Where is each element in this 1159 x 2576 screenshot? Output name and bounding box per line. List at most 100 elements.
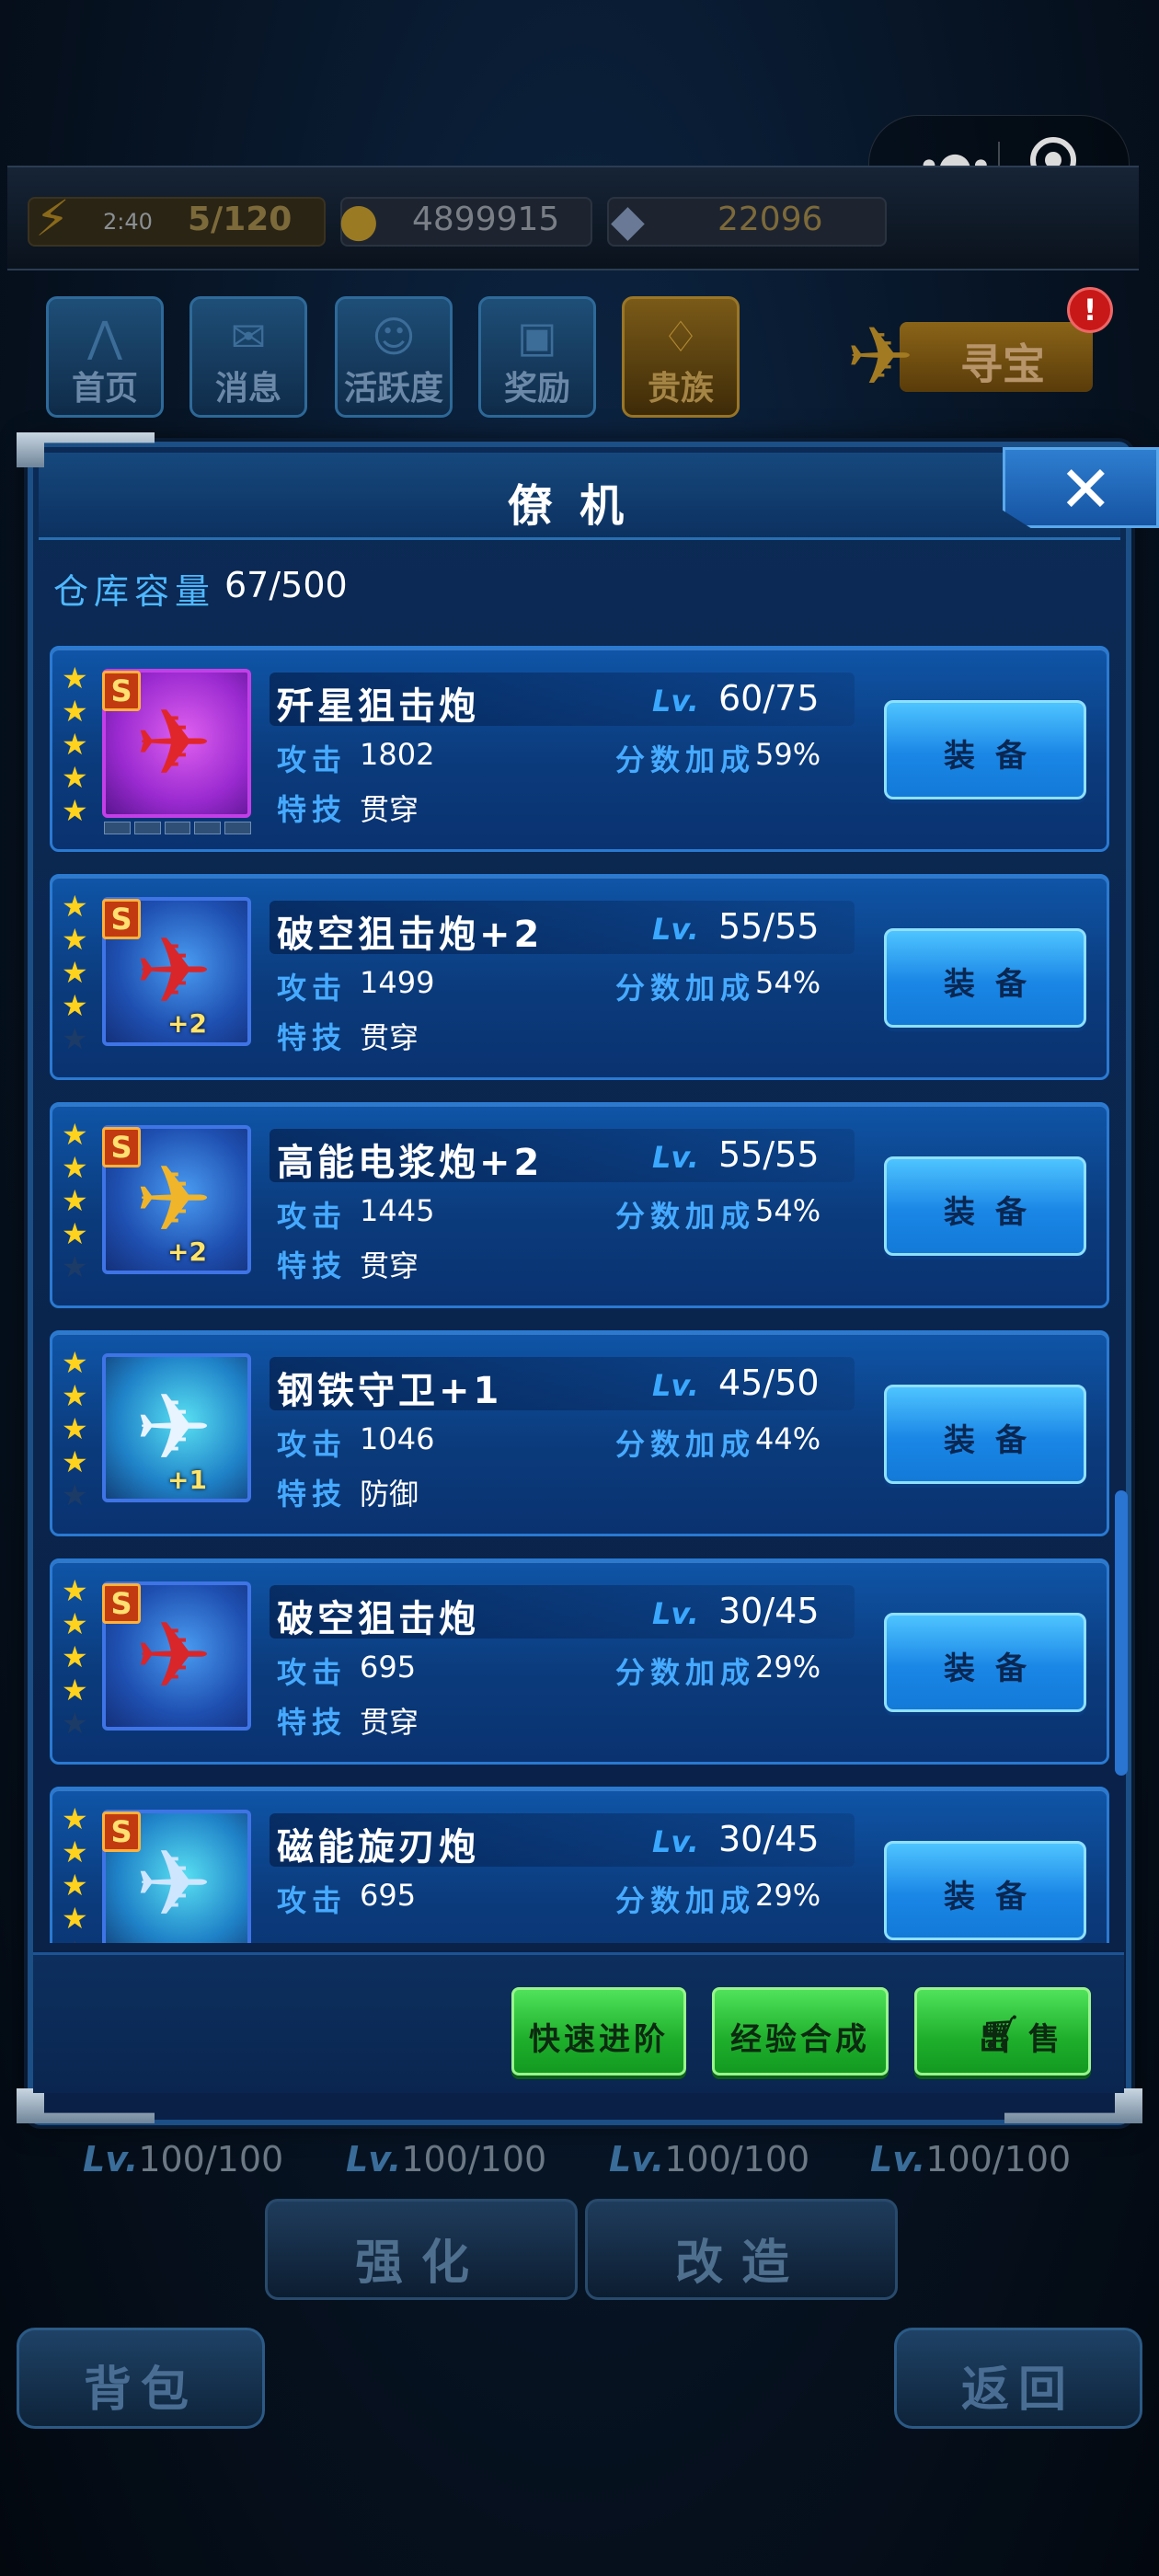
star-icon: ★ (62, 727, 88, 762)
score-bonus-value: 59% (755, 737, 821, 772)
close-icon: ✕ (1059, 452, 1113, 527)
sell-button[interactable]: 🛒︎ 出 售 (914, 1987, 1091, 2076)
rank-s-badge: S (102, 1811, 141, 1852)
mail-icon: ✉ (230, 312, 267, 362)
wingman-card[interactable]: ★★★★★ ✈ S 磁能旋刃炮 Lv. 30/45 攻击 695 分数加成 29… (50, 1787, 1109, 1943)
modify-button[interactable]: 改造 (585, 2199, 898, 2300)
equip-button[interactable]: 装备 (884, 1841, 1086, 1940)
wingman-thumbnail[interactable]: ✈ S (102, 1581, 251, 1731)
star-icon: ★ (62, 1216, 88, 1251)
skill-label: 特技 (277, 1020, 348, 1055)
wingman-card[interactable]: ★ ★ ★ ★ ★ ✈ S 破空狙击炮 Lv. 30/45 攻击 695 分数加成 29… (50, 1558, 1109, 1765)
equip-button[interactable]: 装备 (884, 1613, 1086, 1712)
list-scrollbar[interactable] (1115, 1490, 1128, 1776)
equip-label: 装备 (944, 1879, 1047, 1915)
wingman-thumbnail[interactable]: ✈ S +2 (102, 897, 251, 1046)
wingman-thumbnail[interactable]: ✈ +1 (102, 1353, 251, 1502)
exp-merge-button[interactable]: 经验合成 (712, 1987, 889, 2076)
skill-label: 特技 (277, 792, 348, 827)
star-icon-empty: ★ (62, 1021, 88, 1056)
wingman-list[interactable]: ★ ★ ★ ★ ★ ✈ S 歼星狙击炮 Lv. 60/75 攻击 1802 分数加成 5… (46, 644, 1113, 1943)
quick-advance-label: 快速进阶 (529, 2021, 669, 2058)
attack-value: 695 (360, 1878, 417, 1913)
star-icon: ★ (62, 1801, 88, 1836)
rank-s-badge: S (102, 899, 141, 939)
bg-lv-prefix: Lv. (83, 2139, 139, 2179)
equip-label: 装备 (944, 1422, 1047, 1459)
wingman-ship-icon: ✈ (135, 1145, 212, 1253)
rank-s-badge: S (102, 671, 141, 711)
bg-level-3: Lv.100/100 (609, 2139, 809, 2179)
star-icon: ★ (62, 1573, 88, 1608)
equip-button[interactable]: 装备 (884, 1385, 1086, 1484)
level-value: 45/50 (718, 1363, 820, 1403)
score-bonus-value: 29% (755, 1650, 821, 1685)
star-icon: ★ (62, 1868, 88, 1903)
equip-button[interactable]: 装备 (884, 1156, 1086, 1256)
star-icon: ★ (62, 1444, 88, 1479)
wingman-card[interactable]: ★ ★ ★ ★ ★ ✈ S +2 高能电浆炮+2 Lv. 55/55 攻击 1445 分… (50, 1102, 1109, 1308)
star-icon: ★ (62, 1411, 88, 1446)
slot-pip (164, 822, 191, 834)
wingman-thumbnail[interactable]: ✈ S +2 (102, 1125, 251, 1274)
wingman-ship-icon: ✈ (135, 1830, 212, 1938)
bag-button[interactable]: 背包 (17, 2328, 265, 2429)
gift-icon: ▣ (517, 312, 557, 362)
nav-home[interactable]: ⋀ 首页 (46, 296, 164, 418)
nav-rewards[interactable]: ▣ 奖励 (478, 296, 596, 418)
score-bonus-label: 分数加成 (615, 1655, 756, 1690)
star-icon-empty: ★ (62, 1935, 89, 1943)
bg-level-value: 100/100 (925, 2139, 1072, 2179)
wingman-ship-icon: ✈ (135, 1602, 212, 1709)
star-icon: ★ (62, 1117, 88, 1152)
equip-button[interactable]: 装备 (884, 928, 1086, 1028)
lightning-icon: ⚡ (35, 190, 70, 247)
slot-pip (194, 822, 222, 834)
wingman-thumbnail[interactable]: ✈ S (102, 1810, 251, 1943)
wingman-name: 歼星狙击炮 (277, 685, 479, 728)
capacity-label: 仓库容量 (53, 571, 216, 612)
wingman-card[interactable]: ★ ★ ★ ★ ★ ✈ S +2 破空狙击炮+2 Lv. 55/55 攻击 1499 分… (50, 874, 1109, 1080)
nav-rewards-label: 奖励 (503, 370, 570, 408)
exp-merge-label: 经验合成 (730, 2021, 870, 2058)
wingman-card[interactable]: ★ ★ ★ ★ ★ ✈ S 歼星狙击炮 Lv. 60/75 攻击 1802 分数加成 5… (50, 646, 1109, 852)
score-bonus-label: 分数加成 (615, 971, 756, 1006)
wingman-name: 磁能旋刃炮 (277, 1826, 479, 1869)
upgrade-slots (104, 822, 251, 834)
panel-title-bar: 僚机 (39, 453, 1120, 540)
quick-advance-button[interactable]: 快速进阶 (511, 1987, 686, 2076)
level-value: 55/55 (718, 906, 820, 947)
rank-s-badge: S (102, 1127, 141, 1167)
star-icon-empty: ★ (62, 1249, 88, 1284)
close-button[interactable]: ✕ (1003, 447, 1159, 528)
smile-badge-icon: ☺ (372, 312, 416, 362)
attack-value: 1499 (360, 965, 435, 1000)
attack-label: 攻击 (277, 742, 348, 777)
level-label: Lv. (652, 684, 699, 719)
gem-icon: ◆ (611, 195, 645, 247)
star-rating: ★★★★★ (62, 1346, 89, 1512)
equip-label: 装备 (944, 738, 1047, 775)
notification-badge: ! (1067, 287, 1113, 333)
attack-value: 1445 (360, 1193, 435, 1228)
bg-level-1: Lv.100/100 (83, 2139, 283, 2179)
star-icon: ★ (62, 793, 88, 828)
star-icon: ★ (62, 1150, 88, 1185)
wingman-card[interactable]: ★ ★ ★ ★ ★ ✈ +1 钢铁守卫+1 Lv. 45/50 攻击 1046 分数加成… (50, 1330, 1109, 1536)
attack-value: 695 (360, 1650, 417, 1685)
wingman-thumbnail[interactable]: ✈ S (102, 669, 251, 818)
star-icon: ★ (62, 889, 88, 924)
wingman-name: 高能电浆炮+2 (277, 1142, 544, 1184)
star-icon: ★ (62, 1183, 88, 1218)
enhance-button[interactable]: 强化 (265, 2199, 578, 2300)
attack-label: 攻击 (277, 1883, 348, 1918)
equip-button[interactable]: 装备 (884, 700, 1086, 799)
wingman-ship-icon: ✈ (135, 917, 212, 1025)
skill-label: 特技 (277, 1248, 348, 1283)
slot-pip (133, 822, 161, 834)
back-button[interactable]: 返回 (894, 2328, 1142, 2429)
nav-messages[interactable]: ✉ 消息 (189, 296, 307, 418)
nav-nobility[interactable]: ♢ 贵族 (622, 296, 740, 418)
nav-activity[interactable]: ☺ 活跃度 (335, 296, 453, 418)
star-icon-empty: ★ (62, 1478, 88, 1512)
